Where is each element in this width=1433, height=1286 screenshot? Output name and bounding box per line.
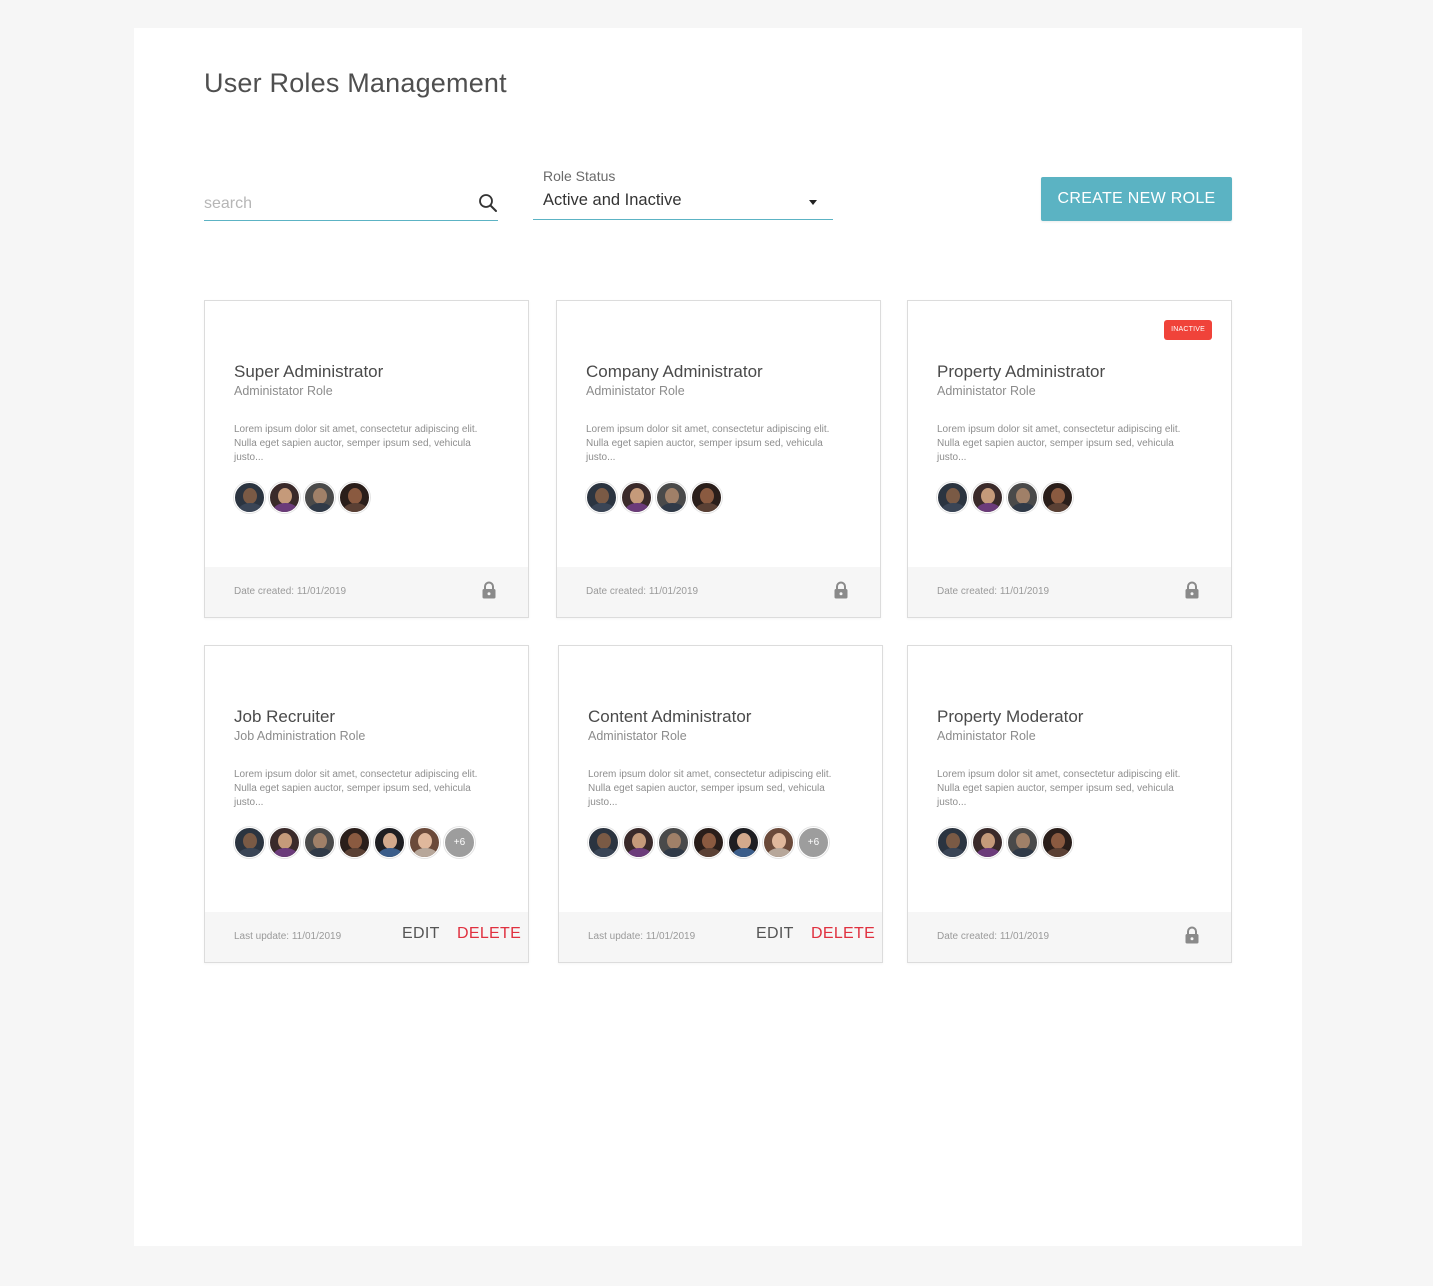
card-date: Last update: 11/01/2019: [588, 931, 696, 942]
role-title: Company Administrator: [586, 362, 763, 381]
role-card[interactable]: Job Recruiter Job Administration Role Lore…: [204, 645, 529, 963]
member-avatars: +6: [234, 827, 479, 859]
member-avatars: [234, 482, 374, 514]
member-avatars: +6: [588, 827, 833, 859]
card-footer: Last update: 11/01/2019 EDIT DELETE: [205, 912, 528, 962]
avatar[interactable]: [588, 827, 619, 858]
create-new-role-button[interactable]: CREATE NEW ROLE: [1041, 177, 1232, 221]
role-title: Super Administrator: [234, 362, 384, 381]
main-panel: User Roles Management Role Status Active…: [134, 28, 1302, 1246]
role-card[interactable]: INACTIVE Property Administrator Administat…: [907, 300, 1232, 618]
avatar[interactable]: [1007, 827, 1038, 858]
card-footer: Date created: 11/01/2019: [205, 567, 528, 617]
role-description: Lorem ipsum dolor sit amet, consectetur …: [586, 424, 830, 463]
role-description: Lorem ipsum dolor sit amet, consectetur …: [234, 424, 478, 463]
avatar[interactable]: [623, 827, 654, 858]
role-card[interactable]: Content Administrator Administator Role Lo…: [558, 645, 883, 963]
card-footer: Date created: 11/01/2019: [908, 912, 1231, 962]
lock-icon: [1185, 581, 1199, 599]
member-avatars: [937, 827, 1077, 859]
card-date: Date created: 11/01/2019: [937, 586, 1050, 597]
avatar[interactable]: [763, 827, 794, 858]
role-description: Lorem ipsum dolor sit amet, consectetur …: [937, 424, 1181, 463]
search-input[interactable]: [204, 190, 474, 218]
edit-button[interactable]: EDIT: [402, 925, 440, 943]
role-description: Lorem ipsum dolor sit amet, consectetur …: [588, 769, 832, 808]
more-members-badge[interactable]: +6: [798, 827, 829, 858]
avatar[interactable]: [586, 482, 617, 513]
role-title: Property Moderator: [937, 707, 1084, 726]
card-date: Date created: 11/01/2019: [586, 586, 699, 597]
avatar[interactable]: [269, 827, 300, 858]
role-subtitle: Administator Role: [586, 384, 685, 398]
caret-down-icon: [809, 200, 817, 205]
avatar[interactable]: [1042, 827, 1073, 858]
role-subtitle: Administator Role: [234, 384, 333, 398]
avatar[interactable]: [339, 482, 370, 513]
role-title: Content Administrator: [588, 707, 752, 726]
role-subtitle: Administator Role: [937, 384, 1036, 398]
avatar[interactable]: [409, 827, 440, 858]
role-card[interactable]: Super Administrator Administator Role Lore…: [204, 300, 529, 618]
avatar[interactable]: [691, 482, 722, 513]
role-title: Property Administrator: [937, 362, 1106, 381]
avatar[interactable]: [304, 482, 335, 513]
avatar[interactable]: [304, 827, 335, 858]
avatar[interactable]: [693, 827, 724, 858]
avatar[interactable]: [972, 482, 1003, 513]
card-date: Date created: 11/01/2019: [937, 931, 1050, 942]
edit-button[interactable]: EDIT: [756, 925, 794, 943]
avatar[interactable]: [1042, 482, 1073, 513]
more-members-badge[interactable]: +6: [444, 827, 475, 858]
avatar[interactable]: [269, 482, 300, 513]
role-card[interactable]: Property Moderator Administator Role Lorem…: [907, 645, 1232, 963]
lock-icon: [834, 581, 848, 599]
card-date: Last update: 11/01/2019: [234, 931, 342, 942]
avatar[interactable]: [937, 827, 968, 858]
role-status-label: Role Status: [543, 168, 616, 184]
avatar[interactable]: [972, 827, 1003, 858]
member-avatars: [937, 482, 1077, 514]
avatar[interactable]: [728, 827, 759, 858]
role-subtitle: Administator Role: [937, 729, 1036, 743]
lock-icon: [482, 581, 496, 599]
avatar[interactable]: [658, 827, 689, 858]
card-date: Date created: 11/01/2019: [234, 586, 347, 597]
role-subtitle: Job Administration Role: [234, 729, 366, 743]
role-description: Lorem ipsum dolor sit amet, consectetur …: [234, 769, 478, 808]
avatar[interactable]: [1007, 482, 1038, 513]
role-status-value: Active and Inactive: [543, 191, 682, 209]
avatar[interactable]: [621, 482, 652, 513]
member-avatars: [586, 482, 726, 514]
card-footer: Last update: 11/01/2019 EDIT DELETE: [559, 912, 882, 962]
delete-button[interactable]: DELETE: [811, 925, 875, 943]
avatar[interactable]: [374, 827, 405, 858]
role-description: Lorem ipsum dolor sit amet, consectetur …: [937, 769, 1181, 808]
avatar[interactable]: [234, 827, 265, 858]
lock-icon: [1185, 926, 1199, 944]
search-icon[interactable]: [478, 193, 498, 213]
role-title: Job Recruiter: [234, 707, 336, 726]
card-footer: Date created: 11/01/2019: [908, 567, 1231, 617]
role-status-select[interactable]: Active and Inactive: [533, 186, 833, 220]
page-title: User Roles Management: [204, 68, 507, 98]
role-card[interactable]: Company Administrator Administator Role Lo…: [556, 300, 881, 618]
card-footer: Date created: 11/01/2019: [557, 567, 880, 617]
avatar[interactable]: [234, 482, 265, 513]
role-subtitle: Administator Role: [588, 729, 687, 743]
delete-button[interactable]: DELETE: [457, 925, 521, 943]
avatar[interactable]: [656, 482, 687, 513]
inactive-badge: INACTIVE: [1164, 320, 1212, 340]
search-field: [204, 186, 498, 221]
avatar[interactable]: [937, 482, 968, 513]
avatar[interactable]: [339, 827, 370, 858]
